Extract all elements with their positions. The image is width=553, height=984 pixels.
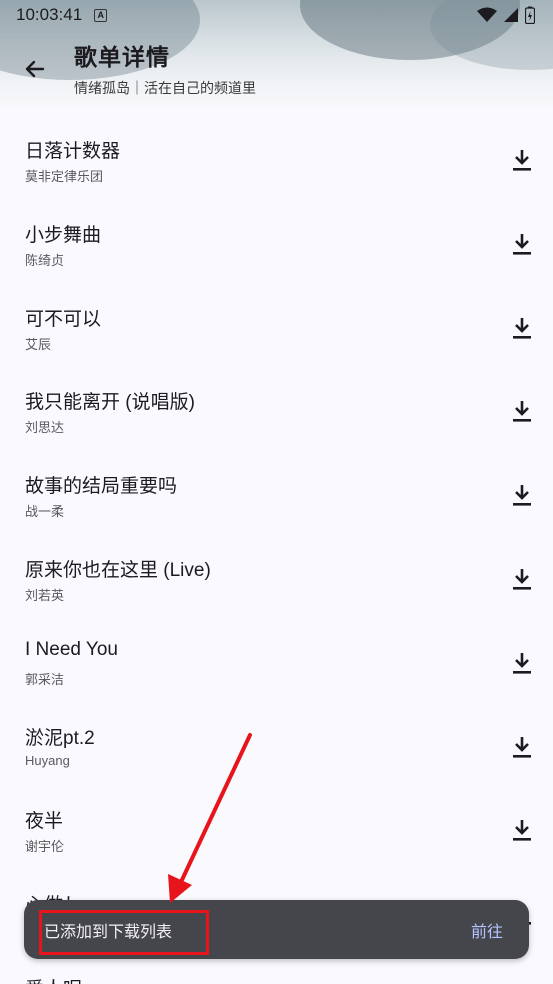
wifi-icon [477, 7, 497, 22]
song-item[interactable]: 故事的结局重要吗 战一柔 [0, 453, 553, 537]
song-artist: 陈绮贞 [25, 252, 65, 268]
download-icon [513, 401, 531, 422]
status-bar: 10:03:41 A [0, 0, 553, 30]
download-icon [513, 317, 531, 339]
back-button[interactable] [18, 52, 52, 86]
song-artist: 郭采洁 [25, 671, 65, 687]
song-item[interactable]: 小步舞曲 陈绮贞 [0, 202, 553, 286]
song-title: 夜半 [25, 811, 64, 833]
song-artist: 艾辰 [25, 336, 52, 352]
song-artist: 战一柔 [25, 504, 65, 520]
download-icon [513, 736, 531, 758]
download-icon [513, 150, 531, 171]
song-item[interactable]: 日落计数器 莫非定律乐团 [0, 118, 553, 202]
download-button[interactable] [509, 230, 535, 258]
signal-icon [504, 8, 518, 22]
song-title: 可不可以 [25, 308, 102, 330]
snackbar-message: 已添加到下载列表 [44, 921, 173, 941]
snackbar: 已添加到下载列表 前往 [24, 900, 529, 959]
song-artist: 刘若英 [25, 587, 65, 603]
song-item[interactable]: 淤泥pt.2 Huyang [0, 705, 553, 789]
song-item[interactable]: 爱人呢 [0, 956, 553, 984]
page-title: 歌单详情 [74, 45, 170, 71]
playlist-subtitle: 情绪孤岛｜活在自己的频道里 [74, 81, 256, 97]
download-button[interactable] [509, 565, 535, 593]
arrow-left-icon [25, 60, 45, 78]
song-item[interactable]: 夜半 谢宇伦 [0, 788, 553, 872]
download-button[interactable] [509, 816, 535, 844]
download-icon [513, 820, 531, 841]
status-time: 10:03:41 [16, 5, 83, 24]
download-button[interactable] [509, 649, 535, 677]
notification-icon: A [94, 8, 108, 22]
song-title: 我只能离开 (说唱版) [25, 392, 195, 414]
song-title: 小步舞曲 [25, 224, 102, 246]
song-title: 日落计数器 [25, 141, 121, 162]
song-title: 爱人呢 [25, 974, 82, 984]
download-icon [513, 652, 531, 674]
download-icon [513, 233, 531, 255]
song-item[interactable]: I Need You 郭采洁 [0, 621, 553, 705]
song-title: 淤泥pt.2 [25, 727, 95, 749]
status-icons [477, 6, 535, 24]
download-icon [513, 485, 531, 506]
song-item[interactable]: 原来你也在这里 (Live) 刘若英 [0, 537, 553, 621]
song-title: 原来你也在这里 (Live) [25, 559, 211, 581]
snackbar-action-button[interactable]: 前往 [471, 918, 503, 942]
download-icon [513, 568, 531, 590]
song-artist: 谢宇伦 [25, 839, 65, 855]
song-item[interactable]: 我只能离开 (说唱版) 刘思达 [0, 369, 553, 453]
song-artist: 莫非定律乐团 [25, 169, 104, 184]
song-item[interactable]: 可不可以 艾辰 [0, 286, 553, 370]
battery-icon [525, 6, 535, 24]
song-title: 故事的结局重要吗 [25, 476, 178, 498]
download-button[interactable] [509, 146, 535, 174]
song-artist: Huyang [25, 752, 70, 768]
song-list: 日落计数器 莫非定律乐团 小步舞曲 陈绮贞 可不可以 艾辰 我只能离开 (说唱版… [0, 118, 553, 984]
download-button[interactable] [509, 314, 535, 342]
song-artist: 刘思达 [25, 420, 65, 436]
download-button[interactable] [509, 733, 535, 761]
download-button[interactable] [509, 481, 535, 509]
song-title: I Need You [25, 638, 118, 660]
download-button[interactable] [509, 397, 535, 425]
